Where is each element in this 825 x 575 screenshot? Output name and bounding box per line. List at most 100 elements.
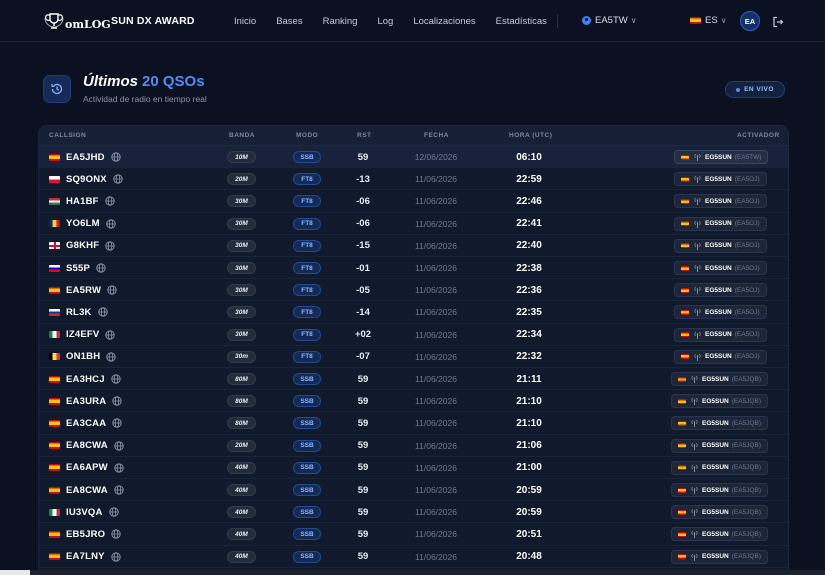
activator-badge[interactable]: EG5SUN (EA5JQB): [671, 549, 768, 564]
table-row[interactable]: EA5RW 30M FT8 -05 11/06/2026 22:36 EG5SUN (EA5O…: [39, 279, 788, 302]
menu-item-bases[interactable]: Bases: [276, 16, 302, 27]
globe-icon[interactable]: [108, 507, 119, 517]
callsign[interactable]: SQ9ONX: [66, 174, 107, 185]
globe-icon[interactable]: [111, 152, 121, 162]
callsign[interactable]: EA6APW: [66, 462, 108, 473]
qso-time: 21:06: [516, 440, 542, 452]
globe-icon[interactable]: [105, 329, 116, 340]
activator-badge[interactable]: EG5SUN (EA5OJ): [674, 305, 767, 320]
globe-icon[interactable]: [107, 285, 117, 295]
callsign[interactable]: EA5JHD: [66, 152, 105, 163]
callsign[interactable]: YO6LM: [66, 218, 100, 229]
callsign[interactable]: S55P: [66, 263, 90, 274]
table-row[interactable]: YO6LM 30M FT8 -06 11/06/2026 22:41 EG5SUN (EA5O…: [39, 213, 788, 235]
globe-icon[interactable]: [105, 196, 115, 207]
logout-icon[interactable]: [772, 15, 784, 28]
globe-icon[interactable]: [106, 352, 116, 362]
user-menu[interactable]: EA5TW ∨: [582, 15, 637, 26]
activator-callsign: EG5SUN: [705, 264, 732, 272]
activator-badge[interactable]: EG5SUN (EA5JQB): [671, 372, 768, 386]
globe-icon[interactable]: [111, 551, 121, 562]
table-row[interactable]: SQ9ONX 20M FT8 -13 11/06/2026 22:59 EG5SUN (EA5…: [39, 168, 788, 191]
table-row[interactable]: EA3URA 80M SSB 59 11/06/2026 21:10 EG5SUN (EA5J…: [39, 390, 788, 413]
table-row[interactable]: EA3HCJ 80M SSB 59 11/06/2026 21:11 EG5SUN (EA5J…: [39, 368, 788, 391]
column-header-time: HORA (UTC): [509, 132, 553, 139]
activator-badge[interactable]: EG5SUN (EA5TW): [674, 150, 769, 164]
callsign[interactable]: G8KHF: [66, 240, 99, 251]
globe-icon[interactable]: [105, 241, 115, 251]
activator-badge[interactable]: EG5SUN (EA5OJ): [674, 261, 767, 275]
globe-icon[interactable]: [97, 307, 108, 318]
column-header-band: BANDA: [229, 132, 255, 139]
activator-badge[interactable]: EG5SUN (EA5OJ): [674, 283, 767, 298]
callsign[interactable]: RL3K: [66, 307, 92, 318]
qso-time: 20:59: [516, 484, 542, 496]
menu-item-log[interactable]: Log: [377, 16, 393, 27]
language-selector[interactable]: ES ∨: [690, 15, 727, 26]
table-row[interactable]: G8KHF 30M FT8 -15 11/06/2026 22:40 EG5SUN (EA5O…: [39, 235, 788, 257]
table-row[interactable]: HA1BF 30M FT8 -06 11/06/2026 22:46 EG5SUN (EA5O…: [39, 190, 788, 213]
menu-item-localizaciones[interactable]: Localizaciones: [413, 16, 475, 27]
table-row[interactable]: EA8CWA 40M SSB 59 11/06/2026 20:59 EG5SUN (EA5J…: [39, 479, 788, 502]
globe-icon[interactable]: [113, 174, 123, 184]
globe-icon[interactable]: [112, 418, 122, 429]
qso-date: 11/06/2026: [415, 507, 457, 518]
activator-badge[interactable]: EG5SUN (EA5JQB): [671, 416, 768, 431]
callsign[interactable]: EA5RW: [66, 285, 101, 296]
callsign[interactable]: IZ4EFV: [66, 329, 99, 340]
table-row[interactable]: EA8CWA 20M SSB 59 11/06/2026 21:06 EG5SUN (EA5J…: [39, 435, 788, 457]
activator-badge[interactable]: EG5SUN (EA5JQB): [671, 438, 768, 453]
table-row[interactable]: IZ4EFV 30M FT8 +02 11/06/2026 22:34 EG5SUN (EA5…: [39, 324, 788, 346]
callsign[interactable]: EA7LNY: [66, 551, 105, 562]
logo[interactable]: omLOG: [44, 12, 111, 30]
activator-badge[interactable]: EG5SUN (EA5JQB): [671, 394, 768, 409]
menu-item-estadisticas[interactable]: Estadísticas: [496, 16, 547, 27]
globe-icon[interactable]: [111, 374, 121, 384]
mode-badge: FT8: [293, 328, 321, 341]
table-row[interactable]: EA6APW 40M SSB 59 11/06/2026 21:00 EG5SUN (EA5J…: [39, 457, 788, 479]
activator-badge[interactable]: EG5SUN (EA5OJ): [674, 172, 767, 187]
globe-icon[interactable]: [106, 218, 116, 229]
globe-icon[interactable]: [114, 440, 124, 451]
activator-badge[interactable]: EG5SUN (EA5OJ): [674, 349, 767, 364]
activator-badge[interactable]: EG5SUN (EA5JQB): [671, 527, 768, 542]
callsign[interactable]: EA3HCJ: [66, 374, 105, 385]
activator-badge[interactable]: EG5SUN (EA5JQB): [671, 460, 768, 475]
activator-badge[interactable]: EG5SUN (EA5OJ): [674, 194, 767, 209]
activator-badge[interactable]: EG5SUN (EA5JQB): [671, 505, 768, 520]
menu-item-inicio[interactable]: Inicio: [234, 16, 256, 27]
callsign[interactable]: EA8CWA: [66, 485, 108, 496]
table-row[interactable]: ON1BH 30m FT8 -07 11/06/2026 22:32 EG5SUN (EA5O…: [39, 346, 788, 368]
activator-badge[interactable]: EG5SUN (EA5OJ): [674, 327, 767, 342]
avatar[interactable]: EA: [740, 11, 760, 31]
globe-icon[interactable]: [96, 263, 106, 273]
globe-icon[interactable]: [112, 396, 122, 406]
callsign[interactable]: HA1BF: [66, 196, 99, 207]
flag-spain-icon: [681, 154, 689, 160]
callsign[interactable]: EB5JRO: [66, 529, 105, 540]
activator-badge[interactable]: EG5SUN (EA5OJ): [674, 238, 767, 253]
table-row[interactable]: EB5JRO 40M SSB 59 11/06/2026 20:51 EG5SUN (EA5J…: [39, 523, 788, 546]
menu-item-ranking[interactable]: Ranking: [323, 16, 358, 27]
globe-icon[interactable]: [114, 463, 124, 473]
table-row[interactable]: IU3VQA 40M SSB 59 11/06/2026 20:59 EG5SUN (EA5J…: [39, 501, 788, 524]
globe-icon[interactable]: [114, 485, 124, 495]
callsign[interactable]: ON1BH: [66, 351, 100, 362]
table-row[interactable]: RL3K 30M FT8 -14 11/06/2026 22:35 EG5SUN (EA5OJ…: [39, 301, 788, 324]
activator-callsign: EG5SUN: [705, 286, 732, 294]
callsign[interactable]: EA8CWA: [66, 440, 108, 451]
table-row[interactable]: EA7LNY 40M SSB 59 11/06/2026 20:48 EG5SUN (EA5J…: [39, 546, 788, 568]
band-badge: 40M: [227, 461, 256, 474]
table-row[interactable]: S55P 30M FT8 -01 11/06/2026 22:38 EG5SUN (EA5OJ…: [39, 257, 788, 280]
activator-badge[interactable]: EG5SUN (EA5OJ): [674, 216, 767, 231]
activator-badge[interactable]: EG5SUN (EA5JQB): [671, 483, 768, 497]
callsign[interactable]: EA3CAA: [66, 418, 106, 429]
column-header-date: FECHA: [424, 132, 449, 139]
table-row[interactable]: EA5JHD 10M SSB 59 12/06/2026 06:10 EG5SUN (EA5T…: [39, 146, 788, 169]
callsign[interactable]: IU3VQA: [66, 507, 103, 518]
table-row[interactable]: EA3CAA 80M SSB 59 11/06/2026 21:10 EG5SUN (EA5J…: [39, 412, 788, 435]
flag-es-icon: [49, 397, 60, 405]
band-badge: 30M: [227, 262, 256, 274]
callsign[interactable]: EA3URA: [66, 396, 106, 407]
globe-icon[interactable]: [111, 529, 121, 540]
